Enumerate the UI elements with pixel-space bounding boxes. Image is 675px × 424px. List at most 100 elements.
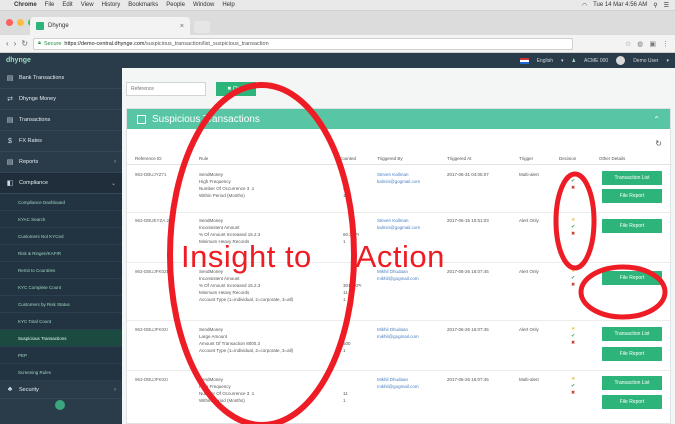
check-icon[interactable]: ✔ xyxy=(571,178,575,185)
star-icon[interactable]: ★ xyxy=(571,217,575,224)
menu-app-name[interactable]: Chrome xyxy=(14,2,37,8)
transaction-list-button[interactable]: Transaction List xyxy=(602,327,662,341)
check-icon[interactable]: ✔ xyxy=(571,275,575,282)
reference-input[interactable] xyxy=(126,82,206,96)
rule-line: SendMoney xyxy=(199,172,224,177)
star-icon[interactable]: ★ xyxy=(571,268,575,275)
user-email[interactable]: kalmin@gogmail.com xyxy=(377,178,420,185)
menu-bookmarks[interactable]: Bookmarks xyxy=(128,2,158,8)
menu-view[interactable]: View xyxy=(81,2,94,8)
list-icon[interactable]: ☰ xyxy=(664,2,669,9)
user-name[interactable]: Steven Kallman xyxy=(377,171,420,178)
sidebar-subitem[interactable]: KYC Complete Count xyxy=(0,279,122,296)
sidebar-item-dhynge-money[interactable]: ⇄ Dhynge Money xyxy=(0,89,122,110)
sidebar-subitem[interactable]: Remit to Countries xyxy=(0,262,122,279)
sidebar-subitem[interactable]: Screening Rules xyxy=(0,364,122,381)
column-header[interactable]: Counted xyxy=(339,156,356,161)
star-icon[interactable]: ★ xyxy=(571,376,575,383)
user-name[interactable]: Mikhil Dhudaan xyxy=(377,326,419,333)
extension-icon[interactable]: ◍ xyxy=(637,40,643,48)
cross-icon[interactable]: ✖ xyxy=(571,340,575,347)
triggered-by[interactable]: Mikhil Dhudaan mikhil@gogmail.com xyxy=(377,376,419,390)
address-bar[interactable]: 🔒︎ Secure https://demo-central.dhynge.co… xyxy=(33,37,574,50)
user-email[interactable]: mikhil@gogmail.com xyxy=(377,383,419,390)
bookmark-icon[interactable]: ▣ xyxy=(649,40,656,48)
sidebar-item-compliance[interactable]: ◧ Compliance ⌄ xyxy=(0,173,122,194)
column-header[interactable]: Decision xyxy=(559,156,576,161)
check-icon[interactable]: ✔ xyxy=(571,333,575,340)
check-icon[interactable]: ✔ xyxy=(571,383,575,390)
collapse-sidebar-button[interactable] xyxy=(55,400,65,410)
chevron-down-icon[interactable]: ▾ xyxy=(666,58,669,64)
transaction-list-button[interactable]: Transaction List xyxy=(602,376,662,390)
column-header[interactable]: Triggered By xyxy=(377,156,403,161)
refresh-icon[interactable]: ↻ xyxy=(655,139,662,148)
triggered-by[interactable]: Mikhil Dhudaan mikhil@gogmail.com xyxy=(377,326,419,340)
sidebar-item-security[interactable]: ♣ Security › xyxy=(0,381,122,399)
chevron-down-icon[interactable]: ▾ xyxy=(561,58,564,64)
app-logo[interactable]: dhynge xyxy=(6,57,31,64)
account-label[interactable]: ACME 000 xyxy=(584,58,608,64)
column-header[interactable]: Reference ID xyxy=(135,156,162,161)
sidebar-subitem[interactable]: Customers Not KYCed xyxy=(0,228,122,245)
user-email[interactable]: mikhil@gogmail.com xyxy=(377,275,419,282)
file-report-button[interactable]: File Report xyxy=(602,219,662,233)
cross-icon[interactable]: ✖ xyxy=(571,282,575,289)
search-icon[interactable]: ⚲ xyxy=(653,2,657,9)
star-icon[interactable]: ☆ xyxy=(625,40,631,48)
menu-icon[interactable]: ⋮ xyxy=(662,40,669,48)
transaction-list-button[interactable]: Transaction List xyxy=(602,171,662,185)
cross-icon[interactable]: ✖ xyxy=(571,185,575,192)
check-icon[interactable]: ✔ xyxy=(571,224,575,231)
sidebar-subitem[interactable]: Risk & Ringen/KAFIR xyxy=(0,245,122,262)
sidebar-subitem[interactable]: KYAC Search xyxy=(0,211,122,228)
clear-button[interactable]: ✖ Clear xyxy=(216,82,256,96)
menu-people[interactable]: People xyxy=(166,2,185,8)
collapse-icon[interactable]: ⌃ xyxy=(653,115,660,124)
column-header[interactable]: Other Details xyxy=(599,156,625,161)
close-tab-icon[interactable]: × xyxy=(180,23,184,30)
sidebar-subitem[interactable]: Compliance Dashboard xyxy=(0,194,122,211)
close-window-icon[interactable] xyxy=(6,19,13,26)
column-header[interactable]: Triggered At xyxy=(447,156,471,161)
sidebar-item-bank-transactions[interactable]: ▤ Bank Transactions xyxy=(0,68,122,89)
menu-window[interactable]: Window xyxy=(193,2,214,8)
user-email[interactable]: mikhil@gogmail.com xyxy=(377,333,419,340)
menu-help[interactable]: Help xyxy=(222,2,234,8)
triggered-by[interactable]: Steven Kallman kalmin@gogmail.com xyxy=(377,217,420,231)
new-tab-button[interactable] xyxy=(194,21,210,33)
file-report-button[interactable]: File Report xyxy=(602,395,662,409)
language-select[interactable]: English xyxy=(537,58,553,64)
user-email[interactable]: kalmin@gogmail.com xyxy=(377,224,420,231)
star-icon[interactable]: ★ xyxy=(571,326,575,333)
menu-file[interactable]: File xyxy=(45,2,55,8)
user-name[interactable]: Demo User xyxy=(633,58,658,64)
sidebar-item-reports[interactable]: ▤ Reports › xyxy=(0,152,122,173)
avatar[interactable] xyxy=(616,56,626,65)
sidebar-subitem-suspicious-transactions[interactable]: Suspicious Transactions xyxy=(0,330,122,347)
sidebar-subitem[interactable]: PEP xyxy=(0,347,122,364)
sidebar-item-transactions[interactable]: ▤ Transactions xyxy=(0,110,122,131)
cross-icon[interactable]: ✖ xyxy=(571,390,575,397)
triggered-by[interactable]: Steven Kallman kalmin@gogmail.com xyxy=(377,171,420,185)
sidebar-subitem[interactable]: Customers by Risk Status xyxy=(0,296,122,313)
back-icon[interactable]: ‹ xyxy=(6,39,9,48)
column-header[interactable]: Rule xyxy=(199,156,208,161)
sidebar-subitem[interactable]: KYC Total Count xyxy=(0,313,122,330)
file-report-button[interactable]: File Report xyxy=(602,271,662,285)
column-header[interactable]: Trigger xyxy=(519,156,533,161)
sidebar-item-fx-rates[interactable]: $ FX Rates xyxy=(0,131,122,152)
user-name[interactable]: Mikhil Dhudaan xyxy=(377,376,419,383)
file-report-button[interactable]: File Report xyxy=(602,189,662,203)
cross-icon[interactable]: ✖ xyxy=(571,231,575,238)
star-icon[interactable]: ★ xyxy=(571,171,575,178)
user-name[interactable]: Steven Kallman xyxy=(377,217,420,224)
minimize-window-icon[interactable] xyxy=(17,19,24,26)
forward-icon[interactable]: › xyxy=(14,39,17,48)
menu-history[interactable]: History xyxy=(102,2,121,8)
decision-actions: ★ ✔ ✖ xyxy=(571,326,575,347)
menu-edit[interactable]: Edit xyxy=(62,2,72,8)
reload-icon[interactable]: ↻ xyxy=(21,39,28,48)
file-report-button[interactable]: File Report xyxy=(602,347,662,361)
browser-tab[interactable]: Dhynge × xyxy=(30,17,190,35)
